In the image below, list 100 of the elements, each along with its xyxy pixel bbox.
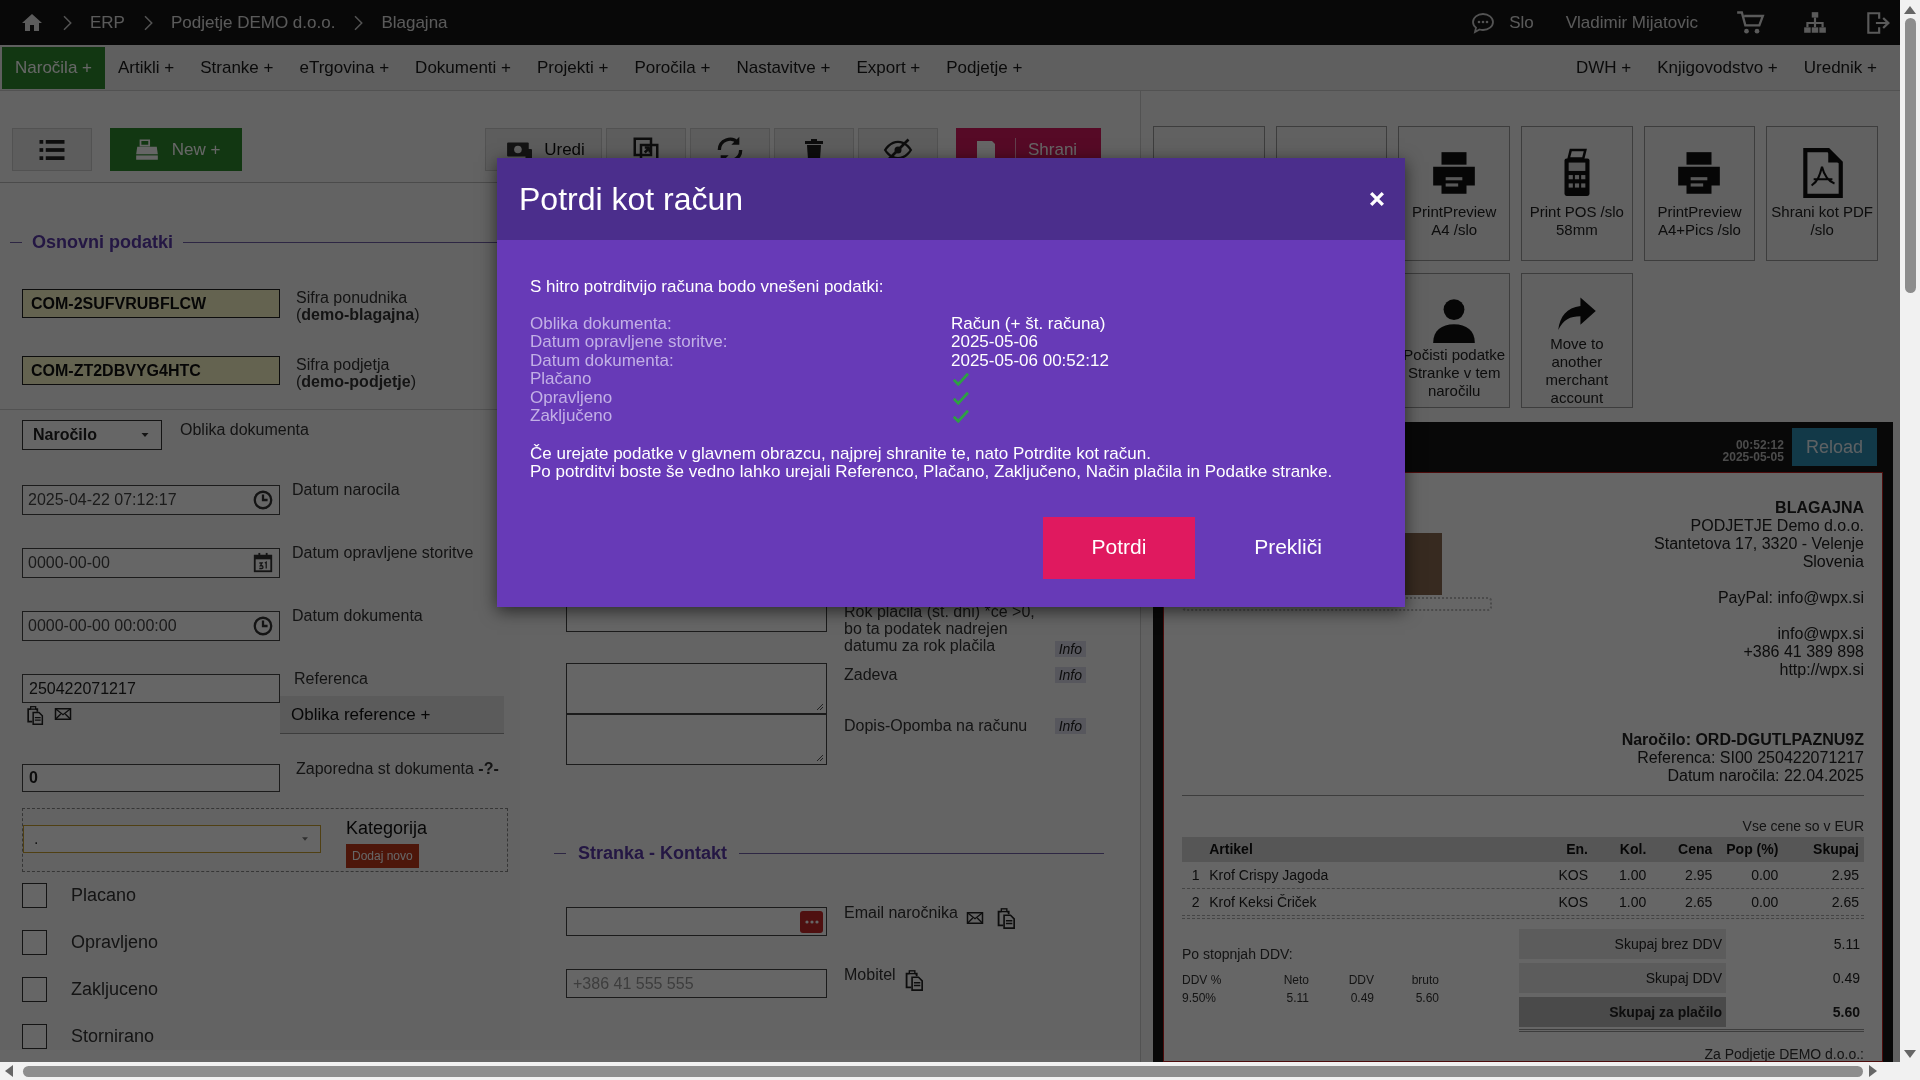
column-header: Pop (%)	[1725, 840, 1779, 859]
info-badge[interactable]: Info	[1054, 641, 1086, 657]
user-name[interactable]: Vladimir Mijatovic	[1565, 9, 1698, 36]
table-cell-text: 2.95	[1684, 865, 1713, 885]
invoice-text: PODJETJE Demo d.o.o.	[1690, 517, 1864, 535]
vat-cell-text: 9.50%	[1182, 990, 1218, 1007]
table-cell-text: Krof Crispy Jagoda	[1209, 865, 1330, 885]
document-type-select[interactable]: Naročilo	[22, 420, 162, 450]
info-badge[interactable]: Info	[1054, 667, 1086, 683]
breadcrumb-link[interactable]: Podjetje DEMO d.o.o.	[170, 9, 336, 36]
vertical-scrollbar[interactable]	[1900, 0, 1920, 1062]
summary-label: Datum opravljene storitve:	[530, 333, 729, 352]
confirm-button[interactable]: Potrdi	[1043, 516, 1195, 579]
checkbox-label: Opravljeno	[71, 931, 159, 954]
action-tile[interactable]: Shrani kot PDF /slo	[1766, 126, 1878, 261]
column-header: Artikel	[1209, 840, 1254, 859]
dialog-note: Če urejate podatke v glavnem obrazcu, najprej shranite te, nato Potrdite kot račun.	[530, 444, 1152, 463]
menu-item[interactable]: Knjigovodstvo +	[1644, 46, 1791, 89]
table-cell-text: 2.65	[1684, 892, 1713, 912]
menu-item[interactable]: Dokumenti +	[402, 46, 525, 89]
cancel-button[interactable]: Prekliči	[1218, 516, 1358, 579]
preview-time: 00:52:12	[1735, 439, 1784, 451]
summary-label: Zaključeno	[530, 407, 614, 426]
date-field[interactable]: 0000-00-00 00:00:00	[22, 611, 280, 641]
close-icon	[1367, 189, 1387, 209]
vat-title: Po stopnjah DDV:	[1182, 945, 1294, 964]
field-label: Zadeva	[844, 665, 898, 685]
total-value: 0.49	[1832, 968, 1861, 988]
breadcrumb-link[interactable]: Blagajna	[381, 9, 448, 36]
horizontal-scrollbar[interactable]	[0, 1062, 1920, 1080]
list-button[interactable]	[12, 128, 92, 171]
summary-label: Datum dokumenta:	[530, 351, 675, 370]
code-field[interactable]: COM-2SUFVRUBFLCW	[22, 289, 280, 318]
summary-value: 2025-05-06	[951, 333, 1038, 352]
text-area[interactable]	[566, 714, 827, 765]
email-field[interactable]	[566, 907, 827, 936]
menu-item[interactable]: Nastavitve +	[723, 46, 844, 89]
dialog-intro: S hitro potrditvijo računa bodo vnešeni podatki:	[530, 278, 885, 297]
section-title: Osnovni podatki	[31, 231, 174, 254]
field-label: Zaporedna st dokumenta -?-	[296, 760, 499, 777]
field-label: Oblika dokumenta	[180, 421, 309, 438]
field-label: Mobitel	[844, 965, 896, 985]
resize-grip-icon[interactable]	[816, 703, 824, 711]
table-cell-text: 0.00	[1750, 865, 1779, 885]
reload-button[interactable]: Reload	[1791, 428, 1877, 466]
menu-item[interactable]: Artikli +	[105, 46, 188, 89]
sequence-field[interactable]: 0	[22, 764, 280, 792]
field-label: Referenca	[294, 670, 369, 687]
action-tile[interactable]: Move to another merchant account	[1521, 273, 1633, 408]
close-button[interactable]	[1367, 189, 1387, 209]
date-field[interactable]: 0000-00-00	[22, 548, 280, 578]
date-field[interactable]: 2025-04-22 07:12:17	[22, 485, 280, 515]
code-field[interactable]: COM-ZT2DBVYG4HTC	[22, 356, 280, 385]
menu-item[interactable]: Stranke +	[187, 46, 287, 89]
invoice-text: +386 41 389 898	[1743, 643, 1864, 661]
breadcrumb-link[interactable]: ERP	[90, 9, 125, 36]
action-tile[interactable]: PrintPreview A4 /slo	[1398, 126, 1510, 261]
info-badge[interactable]: Info	[1054, 718, 1086, 734]
category-select[interactable]: .	[23, 825, 321, 853]
action-tile[interactable]: PrintPreview A4+Pics /slo	[1643, 126, 1756, 261]
checkbox[interactable]	[22, 977, 47, 1002]
summary-label: Plačano	[530, 370, 593, 389]
new-button[interactable]: New +	[110, 128, 242, 171]
currency-note: Vse cene so v EUR	[1742, 817, 1864, 836]
menu-item[interactable]: Urednik +	[1790, 46, 1890, 89]
ellipsis-button[interactable]	[800, 910, 823, 933]
envelope-icon	[52, 705, 74, 723]
field-label: (demo-podjetje)	[296, 373, 416, 390]
text-area[interactable]	[566, 663, 827, 714]
menu-item[interactable]: Naročila +	[2, 46, 105, 89]
menu-item[interactable]: DWH +	[1563, 46, 1645, 89]
menu-item[interactable]: Poročila +	[621, 46, 724, 89]
clock-icon	[252, 489, 274, 511]
language-selector[interactable]: Slo	[1509, 9, 1534, 36]
table-cell-text: 2	[1190, 892, 1201, 912]
reference-field[interactable]: 250422071217	[22, 674, 280, 703]
resize-grip-icon[interactable]	[816, 754, 824, 762]
menu-item[interactable]: Export +	[843, 46, 934, 89]
preview-date: 2025-05-05	[1722, 451, 1784, 463]
table-cell-text: 1.00	[1618, 892, 1647, 912]
checkbox[interactable]	[22, 1024, 47, 1049]
menu-item[interactable]: Podjetje +	[933, 46, 1036, 89]
menu-item[interactable]: eTrgovina +	[286, 46, 403, 89]
invoice-text: http://wpx.si	[1779, 661, 1864, 679]
invoice-text: Slovenia	[1802, 553, 1864, 571]
cart-icon	[1734, 8, 1766, 37]
field-label: Datum dokumenta	[292, 607, 423, 624]
checkbox[interactable]	[22, 883, 47, 908]
add-new-button[interactable]: Dodaj novo	[346, 844, 419, 868]
table-cell-text: KOS	[1557, 892, 1588, 912]
checkbox[interactable]	[22, 930, 47, 955]
action-tile[interactable]: Print POS /slo 58mm	[1521, 126, 1633, 261]
dialog-title: Potrdi kot račun	[519, 180, 744, 219]
invoice-text: Datum naročila: 22.04.2025	[1667, 767, 1864, 785]
table-cell-text: 1.00	[1618, 865, 1647, 885]
clipboard-icon	[24, 705, 44, 725]
column-header: Skupaj	[1812, 840, 1860, 859]
reference-format-button[interactable]: Oblika reference +	[280, 696, 504, 734]
field-label: Datum narocila	[292, 481, 400, 498]
menu-item[interactable]: Projekti +	[524, 46, 622, 89]
